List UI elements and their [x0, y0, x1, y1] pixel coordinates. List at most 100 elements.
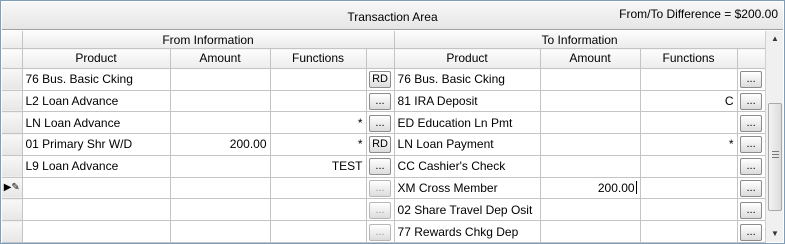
from-functions-cell[interactable]: [270, 198, 367, 222]
from-function-button-cell[interactable]: RD: [366, 133, 395, 156]
to-function-button[interactable]: ...: [740, 180, 763, 198]
to-amount-cell[interactable]: [540, 111, 641, 135]
row-selector[interactable]: [2, 111, 23, 135]
from-product-cell[interactable]: [22, 198, 171, 222]
to-functions-cell[interactable]: C: [640, 90, 738, 113]
vertical-scrollbar[interactable]: ▲ ▼: [765, 31, 783, 242]
row-selector[interactable]: [2, 155, 23, 178]
from-function-button[interactable]: ...: [369, 201, 392, 219]
table-row[interactable]: L2 Loan Advance... 81 IRA Deposit C...: [2, 90, 766, 113]
table-row[interactable]: 76 Bus. Basic Cking RD 76 Bus. Basic Cking…: [2, 68, 766, 91]
to-product-header[interactable]: Product: [393, 48, 541, 69]
from-function-button-cell[interactable]: ...: [366, 220, 395, 243]
from-function-button-cell[interactable]: ...: [366, 177, 395, 200]
from-amount-cell[interactable]: 200.00: [170, 133, 271, 156]
from-amount-cell[interactable]: [170, 177, 271, 200]
from-product-cell[interactable]: [22, 220, 171, 243]
to-function-button[interactable]: ...: [740, 158, 763, 176]
to-function-button[interactable]: ...: [740, 223, 763, 241]
from-functions-cell[interactable]: TEST: [270, 155, 367, 178]
from-product-header[interactable]: Product: [22, 48, 171, 69]
from-function-button-cell[interactable]: ...: [366, 90, 395, 113]
table-row[interactable]: ... 02 Share Travel Dep Osit...: [2, 198, 766, 222]
from-amount-cell[interactable]: [170, 155, 271, 178]
row-selector[interactable]: ▶✎: [2, 177, 23, 200]
from-product-cell[interactable]: L2 Loan Advance: [22, 90, 171, 113]
table-row[interactable]: ... 77 Rewards Chkg Dep...: [2, 220, 766, 243]
from-amount-header[interactable]: Amount: [170, 48, 271, 69]
from-amount-cell[interactable]: [170, 68, 271, 91]
from-amount-cell[interactable]: [170, 198, 271, 222]
to-amount-cell[interactable]: [540, 68, 641, 91]
to-product-cell[interactable]: 76 Bus. Basic Cking: [393, 68, 541, 91]
to-function-button-cell[interactable]: ...: [737, 198, 766, 222]
from-function-button-cell[interactable]: RD: [366, 68, 395, 91]
from-function-button[interactable]: ...: [369, 114, 392, 132]
to-functions-cell[interactable]: [640, 68, 738, 91]
to-function-button[interactable]: ...: [740, 136, 763, 154]
table-row[interactable]: 01 Primary Shr W/D 200.00 * RD LN Loan Payme…: [2, 133, 766, 156]
from-functions-header[interactable]: Functions: [270, 48, 367, 69]
to-functions-cell[interactable]: [640, 155, 738, 178]
from-functions-cell[interactable]: [270, 220, 367, 243]
to-amount-cell[interactable]: [540, 90, 641, 113]
from-amount-cell[interactable]: [170, 90, 271, 113]
to-functions-header[interactable]: Functions: [640, 48, 738, 69]
to-functions-cell[interactable]: *: [640, 133, 738, 156]
to-amount-header[interactable]: Amount: [540, 48, 641, 69]
to-function-button-cell[interactable]: ...: [737, 111, 766, 135]
from-functions-cell[interactable]: *: [270, 111, 367, 135]
from-function-button[interactable]: ...: [369, 158, 392, 176]
table-row[interactable]: ▶✎... XM Cross Member 200.00...: [2, 177, 766, 200]
to-product-cell[interactable]: XM Cross Member: [393, 177, 541, 200]
to-functions-cell[interactable]: [640, 111, 738, 135]
to-function-button-cell[interactable]: ...: [737, 133, 766, 156]
from-functions-cell[interactable]: [270, 90, 367, 113]
from-product-cell[interactable]: 01 Primary Shr W/D: [22, 133, 171, 156]
row-selector[interactable]: [2, 133, 23, 156]
from-function-button[interactable]: ...: [369, 92, 392, 110]
to-product-cell[interactable]: ED Education Ln Pmt: [393, 111, 541, 135]
to-amount-cell[interactable]: [540, 198, 641, 222]
row-selector[interactable]: [2, 198, 23, 222]
row-selector[interactable]: [2, 68, 23, 91]
to-function-button-cell[interactable]: ...: [737, 177, 766, 200]
to-function-button-cell[interactable]: ...: [737, 90, 766, 113]
from-function-button-cell[interactable]: ...: [366, 155, 395, 178]
from-function-button[interactable]: ...: [369, 180, 392, 198]
from-product-cell[interactable]: LN Loan Advance: [22, 111, 171, 135]
from-amount-cell[interactable]: [170, 111, 271, 135]
to-function-button[interactable]: ...: [740, 92, 763, 110]
to-amount-cell[interactable]: [540, 133, 641, 156]
from-function-button[interactable]: RD: [369, 71, 392, 89]
row-selector[interactable]: [2, 220, 23, 243]
to-product-cell[interactable]: 77 Rewards Chkg Dep: [393, 220, 541, 243]
from-function-button[interactable]: ...: [369, 223, 392, 241]
from-product-cell[interactable]: [22, 177, 171, 200]
row-selector[interactable]: [2, 90, 23, 113]
to-amount-cell[interactable]: [540, 220, 641, 243]
to-product-cell[interactable]: LN Loan Payment: [393, 133, 541, 156]
scroll-down-arrow[interactable]: ▼: [766, 226, 784, 242]
from-product-cell[interactable]: L9 Loan Advance: [22, 155, 171, 178]
to-amount-cell[interactable]: [540, 155, 641, 178]
to-function-button[interactable]: ...: [740, 114, 763, 132]
from-functions-cell[interactable]: *: [270, 133, 367, 156]
from-function-button-cell[interactable]: ...: [366, 111, 395, 135]
to-product-cell[interactable]: CC Cashier's Check: [393, 155, 541, 178]
scrollbar-thumb[interactable]: [768, 103, 782, 211]
to-functions-cell[interactable]: [640, 220, 738, 243]
to-function-button[interactable]: ...: [740, 71, 763, 89]
to-function-button-cell[interactable]: ...: [737, 68, 766, 91]
scroll-up-arrow[interactable]: ▲: [766, 31, 784, 47]
table-row[interactable]: L9 Loan Advance TEST... CC Cashier's Check…: [2, 155, 766, 178]
from-function-button-cell[interactable]: ...: [366, 198, 395, 222]
to-functions-cell[interactable]: [640, 198, 738, 222]
to-functions-cell[interactable]: [640, 177, 738, 200]
from-functions-cell[interactable]: [270, 177, 367, 200]
to-function-button-cell[interactable]: ...: [737, 155, 766, 178]
to-product-cell[interactable]: 81 IRA Deposit: [393, 90, 541, 113]
table-row[interactable]: LN Loan Advance *... ED Education Ln Pmt..…: [2, 111, 766, 135]
to-function-button[interactable]: ...: [740, 201, 763, 219]
from-function-button[interactable]: RD: [369, 136, 392, 154]
